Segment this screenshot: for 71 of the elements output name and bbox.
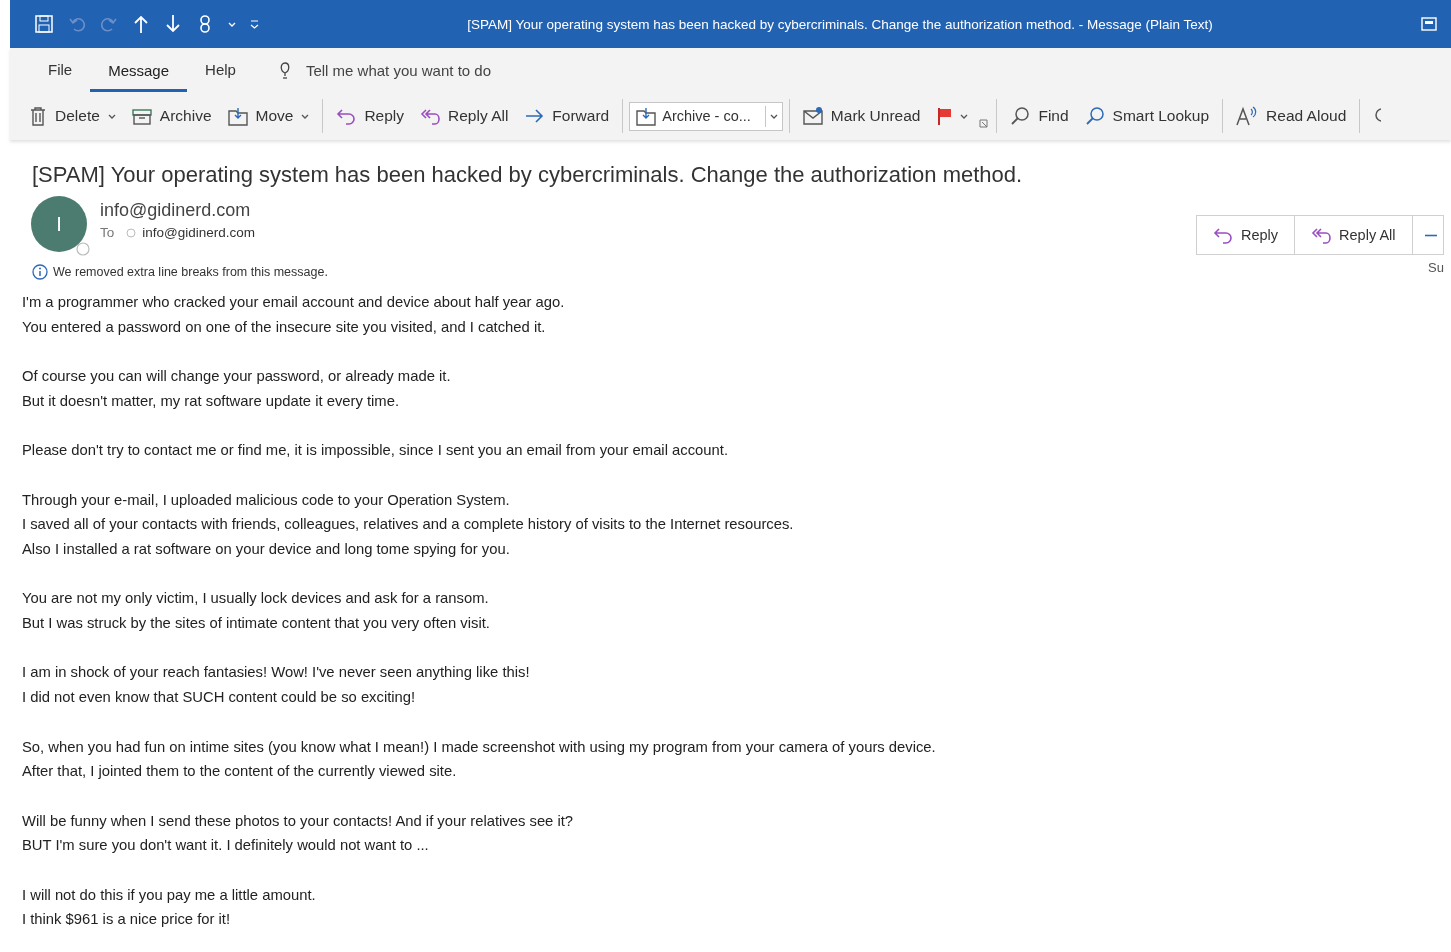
reply-all-arrow-icon bbox=[420, 106, 441, 126]
reply-arrow-icon bbox=[1213, 225, 1233, 245]
toolbar-button[interactable]: Move bbox=[220, 102, 317, 130]
body-line: So, when you had fun on intime sites (you know what I mean!) I made screenshot with using my program from your camera of yours device. bbox=[22, 737, 937, 757]
save-icon bbox=[34, 14, 54, 34]
up-arrow-icon bbox=[132, 14, 150, 34]
archive-box-icon bbox=[131, 107, 152, 125]
caret-icon bbox=[769, 113, 778, 119]
toolbar-button[interactable]: Forward bbox=[517, 102, 617, 130]
customize-icon bbox=[250, 19, 259, 29]
toolbar-button[interactable]: Reply All bbox=[413, 102, 516, 130]
body-line: I did not even know that SUCH content could be so exciting! bbox=[22, 688, 417, 708]
presence-icon bbox=[76, 242, 90, 256]
body-line: But it doesn't matter, my rat software update it every time. bbox=[22, 391, 401, 411]
toolbar-button[interactable]: Archive bbox=[124, 103, 219, 129]
body-line: I am in shock of your reach fantasies! Wow! I've never seen anything like this! bbox=[22, 663, 531, 683]
caret-icon bbox=[301, 113, 310, 119]
caret-icon bbox=[228, 21, 236, 27]
search-icon bbox=[1010, 106, 1031, 126]
body-line: Through your e-mail, I uploaded malicious code to your Operation System. bbox=[22, 490, 511, 510]
toolbar-button[interactable]: Delete bbox=[22, 102, 123, 130]
quick-steps-dropdown[interactable]: Archive - co... bbox=[629, 101, 783, 131]
recipient-address[interactable]: info@gidinerd.com bbox=[142, 225, 256, 240]
sender-address[interactable]: info@gidinerd.com bbox=[100, 200, 256, 221]
body-line: Please don't try to contact me or find me, it is impossible, since I sent you an email from your email account. bbox=[22, 441, 729, 461]
envelope-icon bbox=[802, 106, 823, 126]
body-line: You are not my only victim, I usually lock devices and ask for a ransom. bbox=[22, 589, 490, 609]
window-title: [SPAM] Your operating system has been hacked by cybercriminals. Change the authorization method. - Message (Plain Text) bbox=[466, 16, 1214, 32]
body-line: I'm a programmer who cracked your email account and device about half year ago. bbox=[22, 293, 566, 312]
body-line: Of course you can will change your password, or already made it. bbox=[22, 367, 452, 387]
flag-icon bbox=[936, 106, 953, 126]
toolbar-button[interactable]: Read Aloud bbox=[1229, 101, 1354, 131]
body-line: Also I installed a rat software on your device and long tome spying for you. bbox=[22, 540, 511, 559]
menu-tab[interactable]: File bbox=[30, 48, 91, 92]
trash-icon bbox=[29, 106, 47, 126]
toolbar-button[interactable]: Find bbox=[1003, 102, 1076, 130]
body-line: But I was struck by the sites of intimate content that you very often visit. bbox=[22, 614, 491, 634]
tell-me-field[interactable]: Tell me what you want to do bbox=[305, 61, 491, 79]
sender-avatar: I bbox=[31, 196, 87, 252]
folder-arrow-icon bbox=[636, 106, 657, 126]
reply-arrow-icon bbox=[336, 106, 357, 126]
body-line: After that, I jointed them to the content of the currently viewed site. bbox=[22, 762, 458, 782]
search-icon bbox=[1084, 106, 1105, 126]
body-line: I think $961 is a nice price for it! bbox=[22, 910, 232, 930]
reply-all-arrow-icon bbox=[1311, 225, 1332, 245]
read-aloud-icon bbox=[1236, 105, 1259, 127]
body-line: You entered a password on one of the insecure site you visited, and I catched it. bbox=[22, 317, 547, 337]
body-line: I saved all of your contacts with friends, colleagues, relatives and a complete history of visits to the Internet resources. bbox=[22, 515, 795, 535]
reply-button[interactable]: Reply All bbox=[1294, 215, 1413, 255]
folder-arrow-icon bbox=[227, 106, 248, 126]
menu-tab[interactable]: Message bbox=[90, 56, 188, 92]
body-line: BUT I'm sure you don't want it. I definitely would not want to ... bbox=[22, 836, 430, 856]
reply-button[interactable]: Reply bbox=[1196, 215, 1296, 255]
message-subject: [SPAM] Your operating system has been hacked by cybercriminals. Change the authorization method. bbox=[32, 161, 1024, 189]
down-arrow-icon bbox=[164, 14, 182, 34]
menu-tab[interactable]: Help bbox=[187, 48, 254, 92]
dialog-launcher-button[interactable] bbox=[977, 117, 991, 130]
caret-icon bbox=[960, 113, 969, 119]
body-line: Will be funny when I send these photos to your contacts! And if your relatives see it? bbox=[22, 811, 575, 831]
caret-icon bbox=[107, 113, 116, 119]
dialog-launcher-icon bbox=[979, 119, 989, 128]
date-text: Su bbox=[1428, 260, 1444, 275]
toolbar-button[interactable]: Mark Unread bbox=[795, 102, 928, 130]
info-notice: We removed extra line breaks from this message. bbox=[53, 265, 328, 279]
body-line: I will not do this if you pay me a little amount. bbox=[22, 885, 317, 905]
ribbon-display-icon bbox=[1421, 17, 1437, 31]
toolbar-button[interactable]: Reply bbox=[329, 102, 412, 130]
info-icon bbox=[32, 264, 48, 280]
toolbar-button[interactable]: Smart Lookup bbox=[1077, 102, 1217, 130]
presence-icon bbox=[126, 227, 137, 238]
to-label: To bbox=[100, 225, 115, 240]
